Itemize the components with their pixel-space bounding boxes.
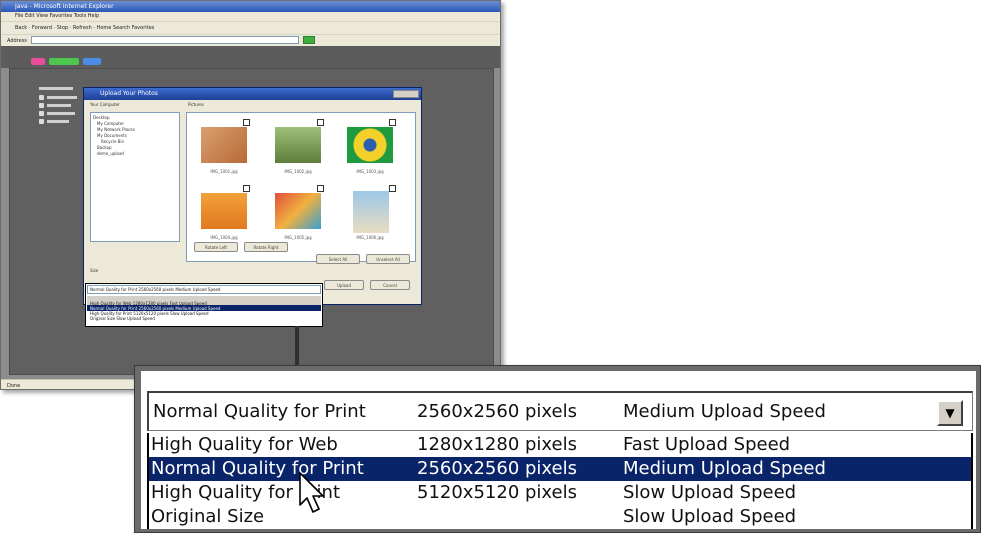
dialog-title-bar: Upload Your Photos	[84, 88, 421, 100]
photo-filename: IMG_1001.jpg	[210, 169, 238, 174]
sidebar-item[interactable]	[47, 96, 77, 99]
photo-checkbox[interactable]	[389, 185, 396, 192]
selected-size: 2560x2560 pixels	[417, 401, 577, 422]
callout-connector	[295, 326, 299, 366]
sidebar-bullet	[39, 111, 44, 116]
background-browser-screenshot: Java - Microsoft Internet Explorer File …	[0, 0, 501, 390]
photo-thumbnail[interactable]	[353, 191, 389, 233]
size-dropdown[interactable]: Normal Quality for Print 2560x2560 pixel…	[147, 391, 973, 431]
sidebar-item[interactable]	[47, 112, 75, 115]
site-tab-2[interactable]	[49, 58, 79, 65]
option-speed: Medium Upload Speed	[623, 458, 826, 479]
sidebar-bullet	[39, 103, 44, 108]
folder-tree[interactable]: Desktop My Computer My Network Places My…	[90, 112, 180, 242]
option-quality: Normal Quality for Print	[151, 458, 364, 479]
picture-grid[interactable]: IMG_1001.jpg IMG_1002.jpg IMG_1003.jpg I…	[186, 112, 416, 262]
zoom-callout-body: Normal Quality for Print 2560x2560 pixel…	[141, 371, 976, 529]
browser-toolbar[interactable]: Back · Forward · Stop · Refresh · Home S…	[1, 21, 500, 34]
selected-speed: Medium Upload Speed	[623, 401, 826, 422]
rotate-right-button[interactable]: Rotate Right	[244, 242, 288, 252]
chevron-down-icon: ▼	[945, 406, 955, 420]
site-tab-3[interactable]	[83, 58, 101, 65]
zoom-callout: Normal Quality for Print 2560x2560 pixel…	[134, 365, 981, 533]
option-speed: Slow Upload Speed	[623, 482, 797, 503]
select-all-button[interactable]: Select All	[316, 254, 360, 264]
photo-checkbox[interactable]	[243, 185, 250, 192]
dropdown-option[interactable]: Original Size Slow Upload Speed	[149, 505, 971, 529]
option-speed: Slow Upload Speed	[623, 506, 797, 527]
upload-button[interactable]: Upload	[324, 280, 364, 290]
mini-size-dropdown[interactable]: Normal Quality for Print 2560x2560 pixel…	[85, 283, 323, 327]
photo-filename: IMG_1005.jpg	[284, 235, 312, 240]
unselect-all-button[interactable]: Unselect All	[366, 254, 410, 264]
photo-checkbox[interactable]	[243, 119, 250, 126]
go-button[interactable]	[303, 36, 315, 44]
option-size: 5120x5120 pixels	[417, 482, 577, 503]
photo-thumbnail[interactable]	[201, 193, 247, 229]
sidebar-item[interactable]	[47, 104, 71, 107]
rotate-left-button[interactable]: Rotate Left	[194, 242, 238, 252]
photo-checkbox[interactable]	[389, 119, 396, 126]
browser-menu-bar[interactable]: File Edit View Favorites Tools Help	[1, 12, 500, 21]
cancel-button[interactable]: Cancel	[370, 280, 410, 290]
mini-dropdown-option[interactable]: Original Size Slow Upload Speed	[90, 316, 155, 321]
dropdown-options-list[interactable]: High Quality for Web 1280x1280 pixels Fa…	[147, 433, 973, 529]
photo-filename: IMG_1002.jpg	[284, 169, 312, 174]
sidebar-item[interactable]	[47, 120, 69, 123]
sidebar-bullet	[39, 119, 44, 124]
upload-dialog: Upload Your Photos Your Computer Picture…	[83, 87, 422, 305]
pictures-label: Pictures	[188, 102, 204, 107]
option-size: 2560x2560 pixels	[417, 458, 577, 479]
size-label: Size	[90, 268, 99, 273]
address-field[interactable]	[31, 36, 299, 44]
photo-thumbnail[interactable]	[201, 127, 247, 163]
selected-quality: Normal Quality for Print	[153, 401, 366, 422]
your-computer-label: Your Computer	[90, 102, 120, 107]
window-controls[interactable]	[393, 90, 419, 98]
photo-thumbnail[interactable]	[347, 127, 393, 163]
sidebar-bullet	[39, 95, 44, 100]
photo-thumbnail[interactable]	[275, 193, 321, 229]
dropdown-option-highlighted[interactable]: Normal Quality for Print 2560x2560 pixel…	[149, 457, 971, 481]
browser-title-bar: Java - Microsoft Internet Explorer	[1, 1, 500, 12]
photo-filename: IMG_1006.jpg	[356, 235, 384, 240]
photo-filename: IMG_1003.jpg	[356, 169, 384, 174]
option-size: 1280x1280 pixels	[417, 434, 577, 455]
mini-dropdown-field[interactable]: Normal Quality for Print 2560x2560 pixel…	[87, 285, 321, 294]
mouse-pointer-icon	[299, 472, 324, 513]
tree-item[interactable]: demo_upload	[93, 151, 177, 157]
option-speed: Fast Upload Speed	[623, 434, 791, 455]
dropdown-arrow-button[interactable]: ▼	[937, 400, 963, 426]
dropdown-option[interactable]: High Quality for Print 5120x5120 pixels …	[149, 481, 971, 505]
photo-checkbox[interactable]	[317, 185, 324, 192]
photo-thumbnail[interactable]	[275, 127, 321, 163]
option-quality: High Quality for Web	[151, 434, 338, 455]
photo-checkbox[interactable]	[317, 119, 324, 126]
option-quality: Original Size	[151, 506, 265, 527]
photo-filename: IMG_1004.jpg	[210, 235, 238, 240]
site-tab-1[interactable]	[31, 58, 45, 65]
dropdown-option[interactable]: High Quality for Web 1280x1280 pixels Fa…	[149, 433, 971, 457]
sidebar-heading	[39, 87, 73, 90]
